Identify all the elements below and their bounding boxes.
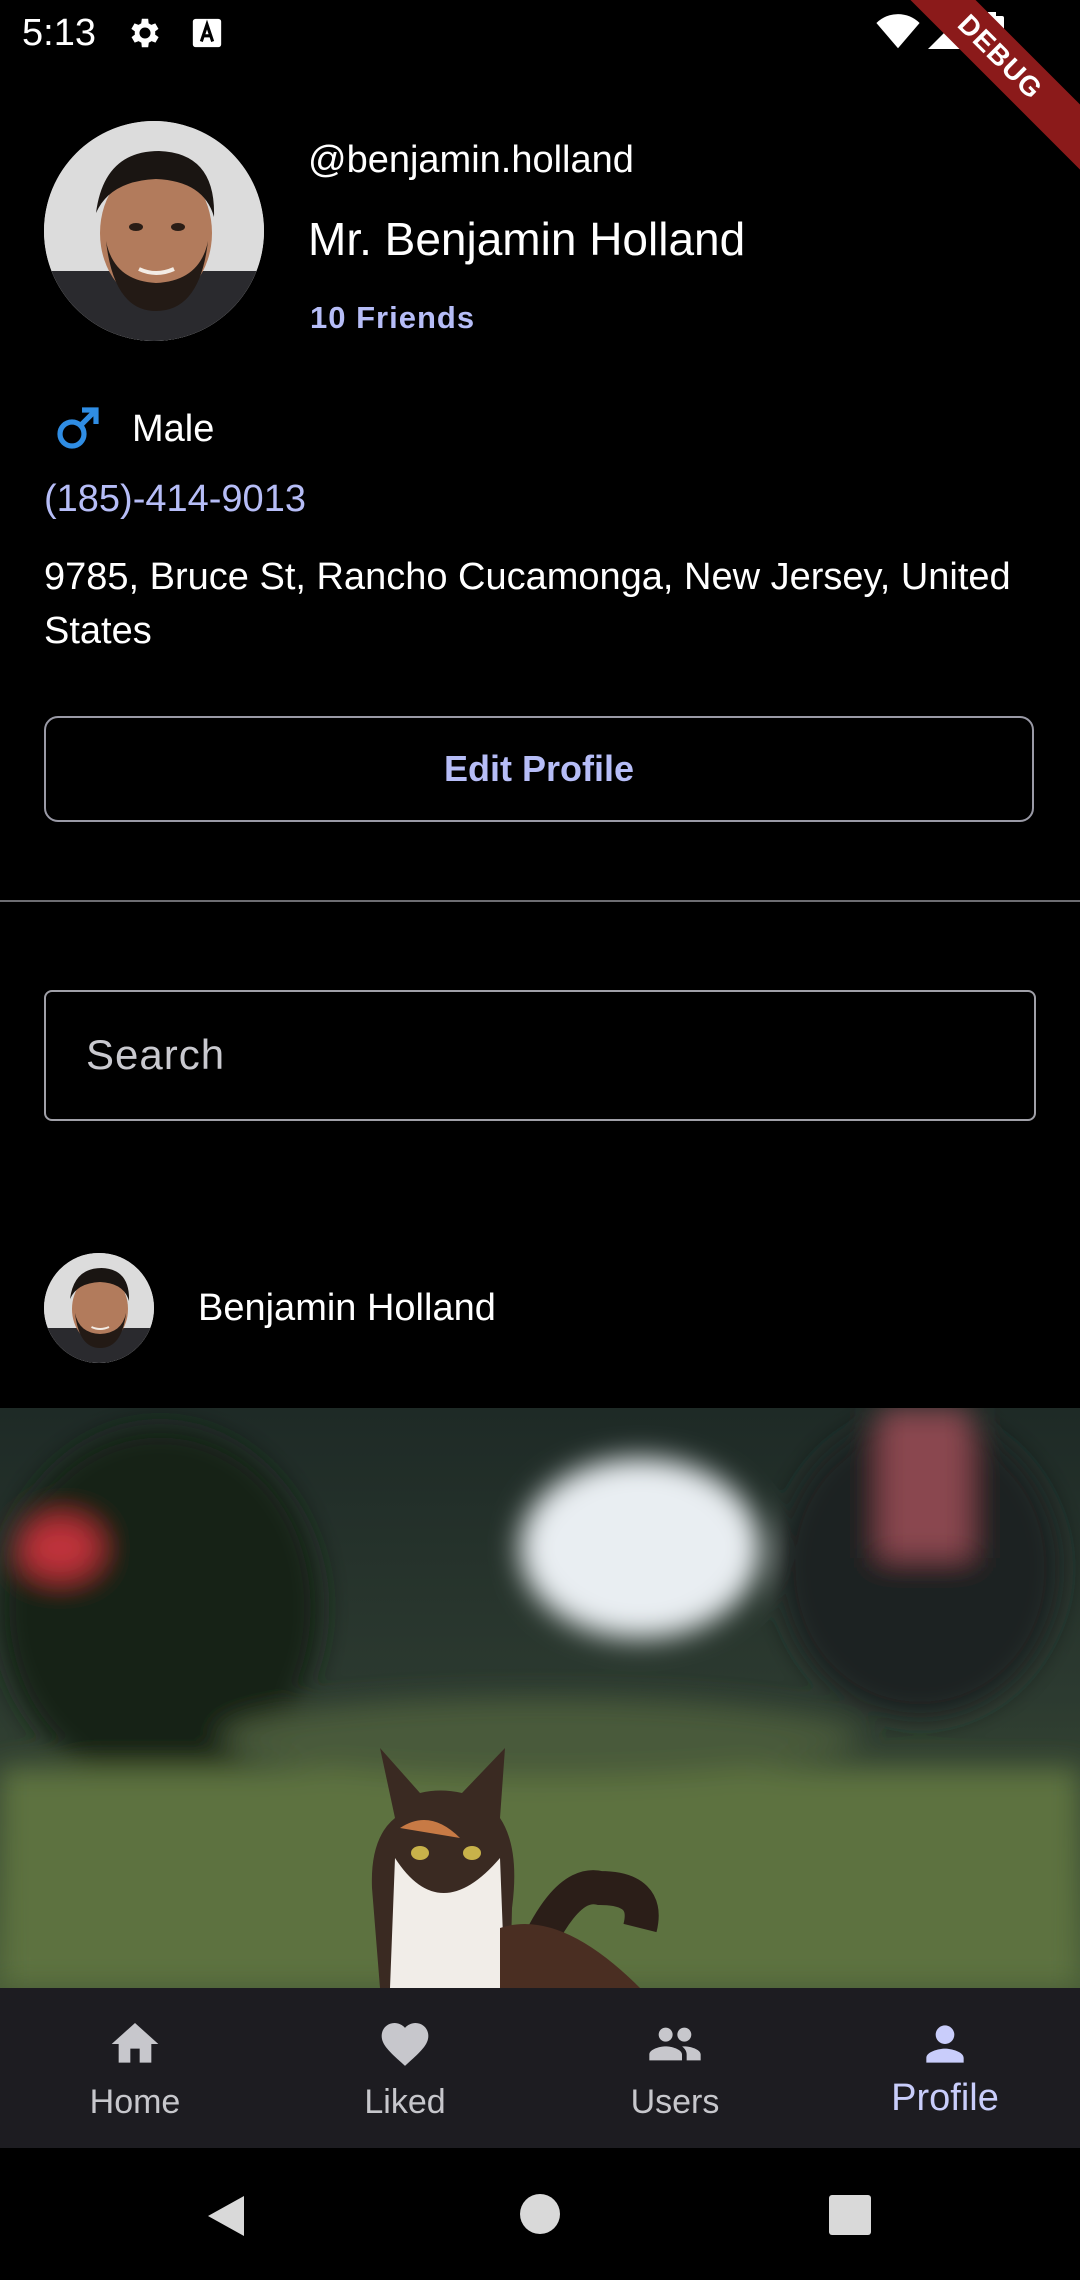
users-icon: [649, 2027, 701, 2061]
edit-profile-label: Edit Profile: [443, 748, 635, 789]
gear-icon: [131, 18, 159, 48]
post-author-name[interactable]: Benjamin Holland: [198, 1285, 496, 1331]
home-circle-icon[interactable]: [518, 2192, 562, 2236]
nav-users[interactable]: Users: [540, 1988, 810, 2148]
status-bar: 5:13: [0, 0, 1080, 66]
phone-number[interactable]: (185)-414-9013: [44, 476, 306, 522]
wifi-icon: [876, 14, 920, 49]
male-icon: [57, 407, 99, 449]
search-placeholder: Search: [86, 1031, 226, 1078]
nav-users-label: Users: [630, 2083, 720, 2121]
post-author-avatar[interactable]: [44, 1253, 154, 1363]
profile-avatar[interactable]: [44, 121, 264, 341]
gender-label: Male: [132, 408, 215, 450]
bottom-navigation: Home Liked Users Profile: [0, 1988, 1080, 2148]
system-navigation-bar: [0, 2148, 1080, 2280]
nav-liked-label: Liked: [364, 2083, 446, 2121]
heart-icon: [381, 2023, 429, 2066]
nav-home-label: Home: [89, 2083, 181, 2121]
home-icon: [111, 2023, 159, 2063]
recents-icon[interactable]: [828, 2194, 872, 2236]
address: 9785, Bruce St, Rancho Cucamonga, New Je…: [44, 556, 1011, 652]
edit-profile-button[interactable]: Edit Profile: [44, 716, 1034, 822]
nav-profile[interactable]: Profile: [810, 1988, 1080, 2148]
username: @benjamin.holland: [308, 139, 634, 181]
display-name: Mr. Benjamin Holland: [308, 213, 746, 265]
nav-liked[interactable]: Liked: [270, 1988, 540, 2148]
back-icon[interactable]: [204, 2192, 248, 2240]
friends-count[interactable]: 10 Friends: [310, 299, 475, 337]
nav-home[interactable]: Home: [0, 1988, 270, 2148]
nav-profile-label: Profile: [891, 2077, 999, 2119]
font-a-icon: [192, 18, 222, 48]
status-time: 5:13: [22, 12, 96, 54]
post-image[interactable]: [0, 1408, 1080, 1988]
person-icon: [926, 2025, 964, 2063]
divider: [0, 900, 1080, 902]
